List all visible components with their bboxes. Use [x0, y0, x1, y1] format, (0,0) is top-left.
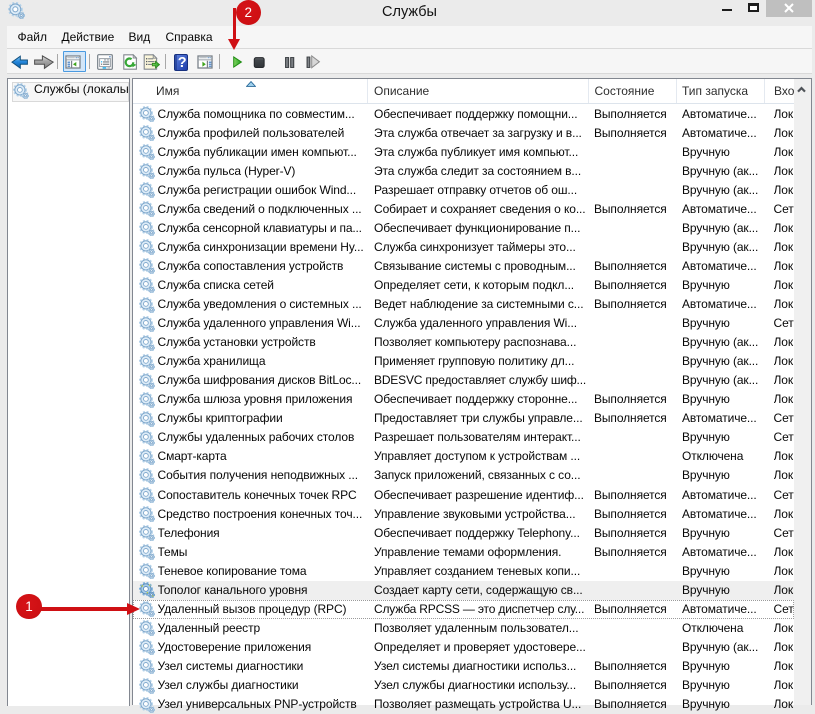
svg-text:?: ?: [178, 55, 187, 71]
